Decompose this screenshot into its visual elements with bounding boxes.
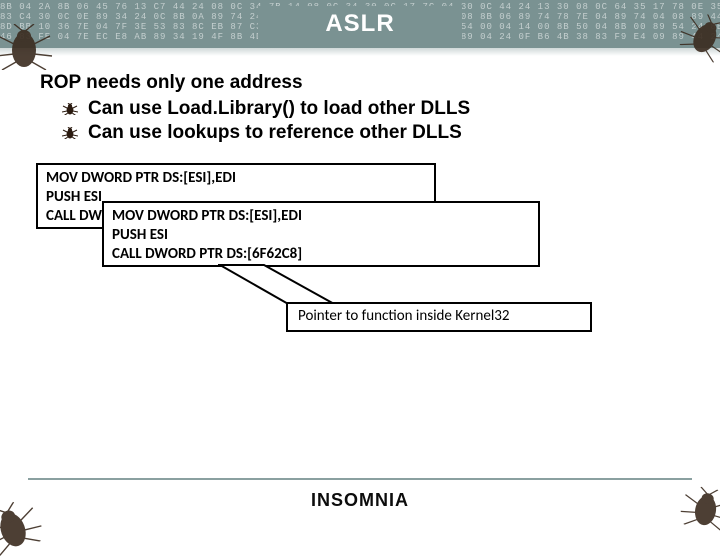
callout-text: Pointer to function inside Kernel32 bbox=[298, 307, 509, 325]
footer-divider bbox=[28, 478, 692, 480]
bullet-item: Can use lookups to reference other DLLS bbox=[40, 122, 680, 144]
footer-brand: INSOMNIA bbox=[0, 490, 720, 511]
bullet-bug-icon bbox=[62, 103, 78, 115]
code-line: MOV DWORD PTR DS:[ESI],EDI bbox=[46, 169, 426, 188]
cockroach-icon bbox=[0, 24, 54, 70]
content-heading: ROP needs only one address bbox=[40, 72, 680, 94]
header-bar: 8B 04 2A 8B 06 45 76 13 C7 44 24 08 0C 3… bbox=[0, 0, 720, 48]
page-title: ASLR bbox=[325, 10, 394, 38]
code-line: MOV DWORD PTR DS:[ESI],EDI bbox=[112, 207, 530, 226]
callout-text-box: Pointer to function inside Kernel32 bbox=[286, 302, 592, 332]
bullet-text: Can use Load.Library() to load other DLL… bbox=[88, 98, 470, 120]
code-line: CALL DWORD PTR DS:[6F62C8] bbox=[112, 245, 530, 264]
code-line: PUSH ESI bbox=[112, 226, 530, 245]
content-area: ROP needs only one address Can use Load.… bbox=[40, 72, 680, 146]
bullet-bug-icon bbox=[62, 127, 78, 139]
header-shadow bbox=[0, 48, 720, 56]
bullet-item: Can use Load.Library() to load other DLL… bbox=[40, 98, 680, 120]
code-box-front: MOV DWORD PTR DS:[ESI],EDI PUSH ESI CALL… bbox=[102, 201, 540, 267]
bullet-text: Can use lookups to reference other DLLS bbox=[88, 122, 462, 144]
